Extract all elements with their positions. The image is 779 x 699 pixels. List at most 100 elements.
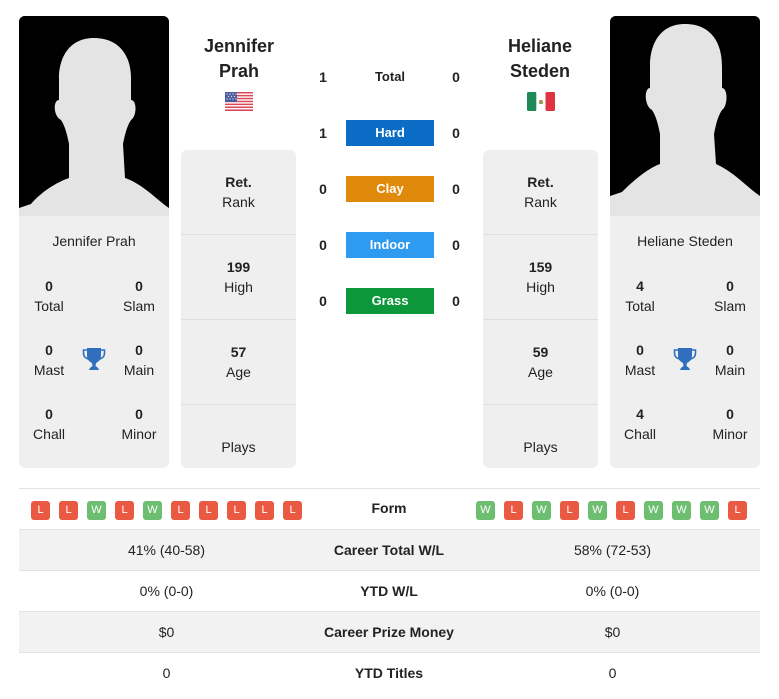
titles-main-value: 0 (135, 342, 143, 358)
form-badge-loss[interactable]: L (504, 501, 523, 520)
age-value: 59 (532, 344, 549, 360)
form-badge-win[interactable]: W (143, 501, 162, 520)
titles-slam-value: 0 (135, 278, 143, 294)
form-badge-loss[interactable]: L (31, 501, 50, 520)
titles-main-label: Main (714, 362, 746, 378)
form-badge-win[interactable]: W (700, 501, 719, 520)
titles-minor-label: Minor (712, 426, 748, 442)
surface-badge-hard[interactable]: Hard (346, 120, 434, 146)
age-value: 57 (230, 344, 247, 360)
surface-badge-clay[interactable]: Clay (346, 176, 434, 202)
age-cell: 57 Age (181, 320, 296, 405)
h2h-right-value: 0 (452, 181, 460, 197)
high-rank-cell: 199 High (181, 235, 296, 320)
form-badge-loss[interactable]: L (728, 501, 747, 520)
age-cell: 59 Age (483, 320, 598, 405)
surface-badge-grass[interactable]: Grass (346, 288, 434, 314)
player-right-last-name: Steden (509, 61, 570, 81)
usa-flag-icon (225, 92, 253, 111)
h2h-row-hard: 1 Hard 0 (300, 120, 480, 148)
plays-label: Plays (523, 439, 558, 455)
silhouette-icon (19, 16, 169, 216)
table-row-ytd-titles: 0 YTD Titles 0 (19, 653, 760, 694)
titles-total-label: Total (34, 298, 64, 314)
titles-mast: 0 Mast (610, 340, 670, 380)
form-badge-loss[interactable]: L (255, 501, 274, 520)
form-badge-win[interactable]: W (644, 501, 663, 520)
player-left-form: LLWLWLLLLL (31, 501, 302, 520)
titles-minor-value: 0 (135, 406, 143, 422)
plays-label: Plays (221, 439, 256, 455)
right-value: 0 (608, 665, 617, 681)
titles-chall-label: Chall (624, 426, 656, 442)
right-value: 58% (72-53) (573, 542, 652, 558)
titles-main-label: Main (123, 362, 155, 378)
form-badge-loss[interactable]: L (283, 501, 302, 520)
titles-mast: 0 Mast (19, 340, 79, 380)
form-badge-loss[interactable]: L (199, 501, 218, 520)
titles-minor-value: 0 (726, 406, 734, 422)
player-left-titles-card: Jennifer Prah 0 Total 0 Slam 0 Mast 0 Main 0… (19, 216, 169, 468)
form-badge-loss[interactable]: L (59, 501, 78, 520)
titles-minor: 0 Minor (109, 404, 169, 444)
titles-chall-label: Chall (33, 426, 65, 442)
h2h-left-value: 0 (319, 181, 327, 197)
h2h-right-value: 0 (452, 293, 460, 309)
left-value: 0 (162, 665, 171, 681)
mexico-flag-icon (527, 92, 555, 111)
player-right-heading[interactable]: Heliane Steden (470, 34, 610, 84)
high-label: High (526, 279, 555, 295)
form-row: LLWLWLLLLL Form WLWLWLWWWL (19, 489, 760, 530)
form-badge-loss[interactable]: L (227, 501, 246, 520)
titles-total-label: Total (625, 298, 655, 314)
player-right-form: WLWLWLWWWL (476, 501, 747, 520)
form-badge-win[interactable]: W (532, 501, 551, 520)
player-right-name[interactable]: Heliane Steden (610, 233, 760, 249)
high-value: 199 (226, 259, 251, 275)
titles-mast-label: Mast (33, 362, 65, 378)
form-badge-win[interactable]: W (588, 501, 607, 520)
h2h-left-value: 0 (319, 293, 327, 309)
titles-chall: 4 Chall (610, 404, 670, 444)
rank-cell: Ret. Rank (483, 150, 598, 235)
form-badge-loss[interactable]: L (171, 501, 190, 520)
row-label: YTD W/L (360, 583, 418, 599)
form-badge-win[interactable]: W (672, 501, 691, 520)
row-label: Career Total W/L (333, 542, 445, 558)
titles-chall: 0 Chall (19, 404, 79, 444)
titles-chall-value: 4 (636, 406, 644, 422)
rank-value: Ret. (225, 174, 252, 190)
titles-total: 0 Total (19, 276, 79, 316)
form-badge-loss[interactable]: L (616, 501, 635, 520)
titles-slam: 0 Slam (109, 276, 169, 316)
left-value: $0 (158, 624, 175, 640)
form-badge-win[interactable]: W (87, 501, 106, 520)
form-badge-loss[interactable]: L (560, 501, 579, 520)
form-badge-win[interactable]: W (476, 501, 495, 520)
player-left-name[interactable]: Jennifer Prah (19, 233, 169, 249)
player-right-first-name: Heliane (507, 36, 573, 56)
player-left-last-name: Prah (218, 61, 260, 81)
h2h-row-clay: 0 Clay 0 (300, 176, 480, 204)
titles-total-value: 0 (45, 278, 53, 294)
player-right-photo (610, 16, 760, 216)
player-left-heading[interactable]: Jennifer Prah (169, 34, 309, 84)
surface-badge-indoor[interactable]: Indoor (346, 232, 434, 258)
high-rank-cell: 159 High (483, 235, 598, 320)
titles-slam-label: Slam (714, 298, 746, 314)
rank-label: Rank (524, 194, 557, 210)
titles-mast-value: 0 (45, 342, 53, 358)
titles-minor: 0 Minor (700, 404, 760, 444)
form-badge-loss[interactable]: L (115, 501, 134, 520)
titles-slam-label: Slam (123, 298, 155, 314)
h2h-right-value: 0 (452, 125, 460, 141)
player-left-first-name: Jennifer (203, 36, 275, 56)
titles-main: 0 Main (109, 340, 169, 380)
h2h-row-grass: 0 Grass 0 (300, 288, 480, 316)
h2h-left-value: 1 (319, 69, 327, 85)
trophy-icon (673, 348, 697, 370)
titles-main: 0 Main (700, 340, 760, 380)
left-value: 41% (40-58) (127, 542, 206, 558)
table-row-career-prize-money: $0 Career Prize Money $0 (19, 612, 760, 653)
silhouette-icon (610, 16, 760, 216)
